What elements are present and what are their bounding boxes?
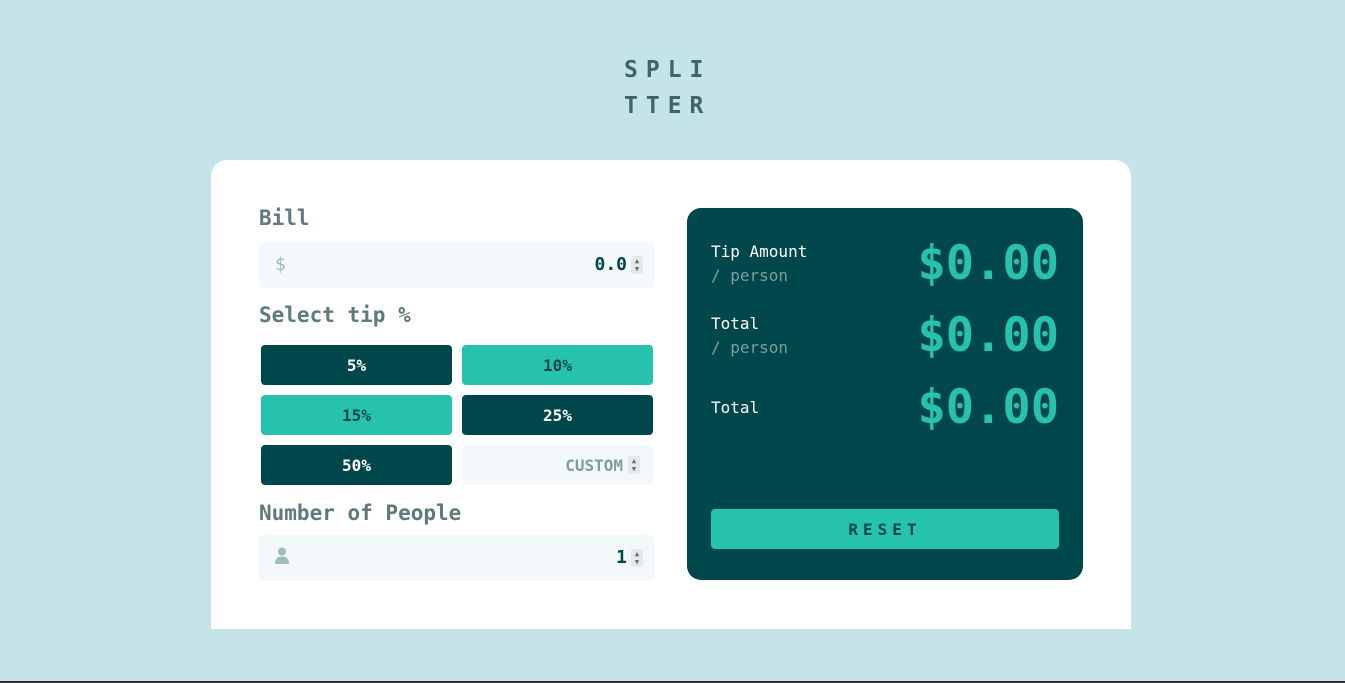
logo-line-1: SPLI xyxy=(624,57,712,83)
custom-tip-placeholder: CUSTOM xyxy=(565,455,623,475)
reset-button[interactable]: RESET xyxy=(711,509,1059,549)
total-per-person-value: $0.00 xyxy=(917,308,1059,363)
bill-stepper[interactable]: ▲ ▼ xyxy=(631,256,643,274)
custom-tip-input[interactable]: CUSTOM ▲ ▼ xyxy=(462,445,653,485)
bill-input[interactable]: $ 0.0 ▲ ▼ xyxy=(259,242,655,288)
results-panel: Tip Amount / person $0.00 Total / person… xyxy=(687,208,1083,580)
calculator-card: Bill $ 0.0 ▲ ▼ Select tip % 5% 10% 15% 2… xyxy=(211,160,1131,629)
custom-tip-stepper[interactable]: ▲ ▼ xyxy=(628,456,640,474)
people-value[interactable]: 1 xyxy=(616,547,627,568)
select-tip-label: Select tip % xyxy=(259,303,411,327)
tip-amount-label: Tip Amount xyxy=(711,242,808,261)
tip-amount-per-person: / person xyxy=(711,266,789,285)
bill-value[interactable]: 0.0 xyxy=(594,254,627,275)
app-logo: SPLI TTER xyxy=(624,52,724,124)
total-value: $0.00 xyxy=(917,380,1059,435)
chevron-up-icon[interactable]: ▲ xyxy=(635,257,639,265)
chevron-down-icon[interactable]: ▼ xyxy=(632,465,636,473)
people-input[interactable]: 1 ▲ ▼ xyxy=(259,535,655,581)
people-stepper[interactable]: ▲ ▼ xyxy=(631,549,643,567)
tip-button-25[interactable]: 25% xyxy=(462,395,653,435)
tip-button-50[interactable]: 50% xyxy=(261,445,452,485)
logo-line-2: TTER xyxy=(624,93,712,119)
tip-amount-value: $0.00 xyxy=(917,236,1059,291)
tip-button-10[interactable]: 10% xyxy=(462,345,653,385)
chevron-down-icon[interactable]: ▼ xyxy=(635,558,639,566)
chevron-up-icon[interactable]: ▲ xyxy=(632,457,636,465)
total-per-person-sub: / person xyxy=(711,338,789,357)
total-per-person-label: Total xyxy=(711,314,760,333)
bill-label: Bill xyxy=(259,206,310,230)
tip-button-5[interactable]: 5% xyxy=(261,345,452,385)
tip-button-15[interactable]: 15% xyxy=(261,395,452,435)
chevron-up-icon[interactable]: ▲ xyxy=(635,550,639,558)
people-label: Number of People xyxy=(259,501,462,525)
person-icon xyxy=(275,547,289,569)
chevron-down-icon[interactable]: ▼ xyxy=(635,265,639,273)
dollar-icon: $ xyxy=(275,254,286,275)
total-label: Total xyxy=(711,398,760,417)
